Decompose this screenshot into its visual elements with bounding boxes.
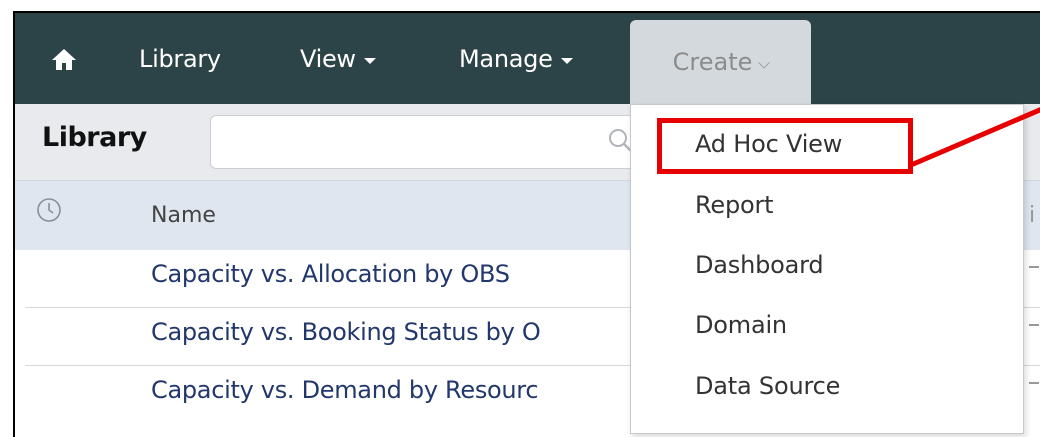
caret-down-icon: [363, 57, 376, 64]
nav-library[interactable]: Library: [139, 13, 221, 104]
nav-view[interactable]: View: [300, 13, 376, 104]
highlight-annotation-box: [657, 118, 913, 174]
top-navbar: Library View Manage Create: [15, 13, 1040, 104]
caret-down-icon: [560, 57, 573, 64]
chevron-down-icon: [758, 57, 771, 69]
nav-manage[interactable]: Manage: [459, 13, 573, 104]
resource-link[interactable]: Capacity vs. Booking Status by O: [151, 318, 541, 346]
row-partial-cell: [1029, 382, 1039, 384]
nav-view-label: View: [300, 44, 356, 73]
page-title: Library: [42, 122, 147, 153]
row-partial-cell: [1029, 324, 1039, 326]
resource-link[interactable]: Capacity vs. Allocation by OBS: [151, 260, 510, 288]
menu-item-dashboard[interactable]: Dashboard: [695, 251, 824, 279]
menu-item-domain[interactable]: Domain: [695, 311, 787, 339]
home-icon: [52, 48, 76, 70]
nav-create[interactable]: Create: [630, 20, 811, 104]
column-header-name[interactable]: Name: [151, 203, 216, 228]
menu-item-data-source[interactable]: Data Source: [695, 372, 840, 400]
app-frame: Library View Manage Create Library Name …: [13, 11, 1040, 437]
nav-create-label: Create: [672, 48, 753, 76]
home-button[interactable]: [47, 13, 81, 104]
menu-item-report[interactable]: Report: [695, 191, 774, 219]
nav-library-label: Library: [139, 44, 221, 73]
nav-manage-label: Manage: [459, 44, 553, 73]
resource-link[interactable]: Capacity vs. Demand by Resourc: [151, 376, 539, 404]
search-input[interactable]: [210, 115, 650, 169]
row-partial-cell: [1029, 266, 1039, 268]
column-header-partial: i: [1029, 203, 1036, 228]
clock-icon[interactable]: [36, 197, 62, 223]
callout-arrow-line: [910, 107, 1040, 168]
